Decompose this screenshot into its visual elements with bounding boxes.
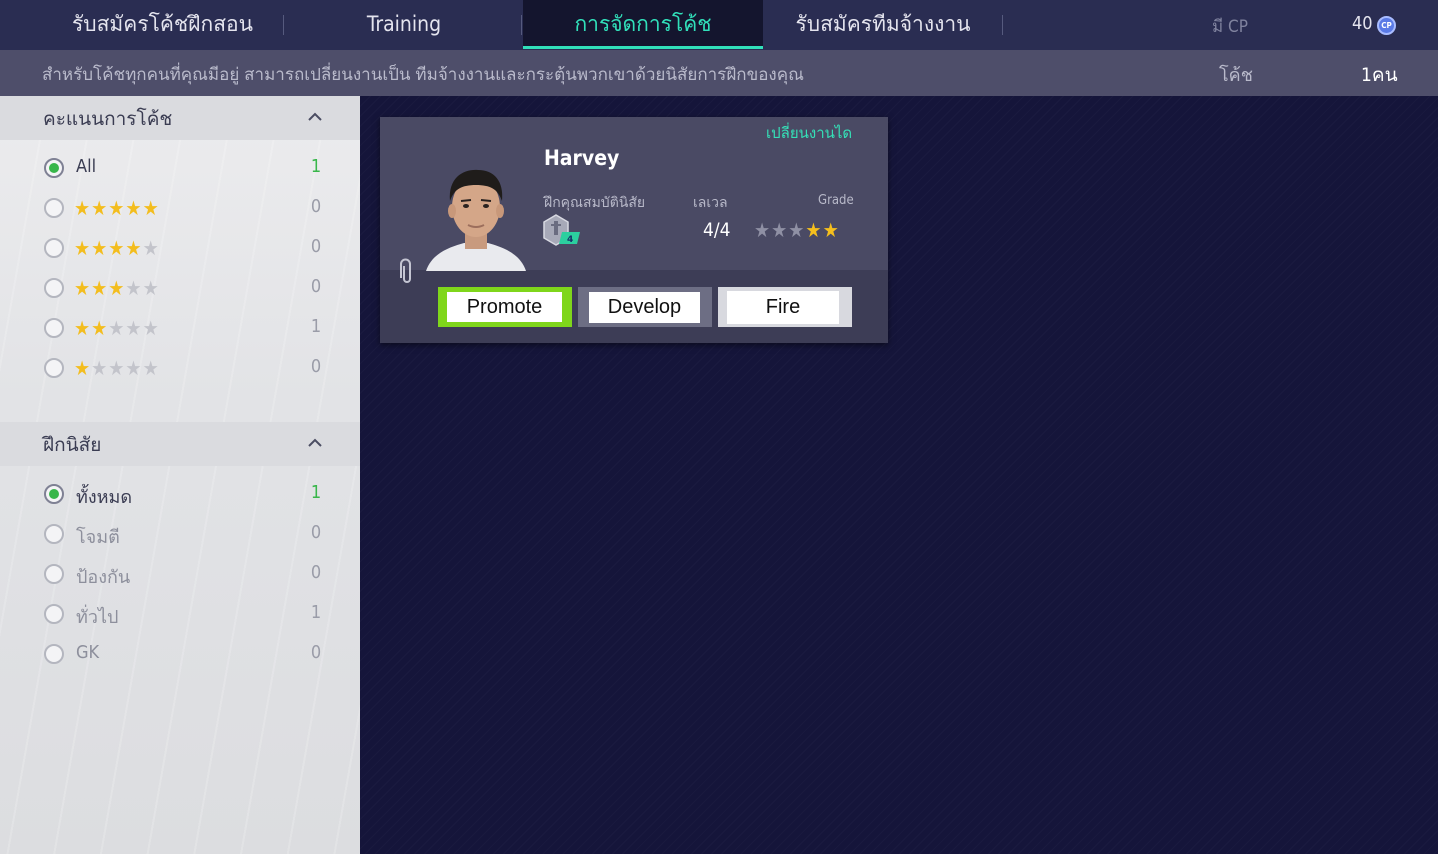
option-count: 0 bbox=[310, 356, 322, 377]
habit-option-all[interactable]: ทั้งหมด 1 bbox=[0, 474, 360, 514]
develop-button-label: Develop bbox=[589, 291, 700, 323]
filter-sidebar: คะแนนการโค้ช All 1 ★★★★★ 0 ★★★★★ 0 ★★★★★… bbox=[0, 96, 360, 854]
coach-name: Harvey bbox=[544, 146, 620, 170]
tab-divider bbox=[283, 15, 284, 35]
star-rating-icon: ★★★★★ bbox=[74, 236, 160, 260]
option-count: 0 bbox=[310, 642, 322, 663]
tab-team-recruit[interactable]: รับสมัครทีมจ้างงาน bbox=[763, 0, 1003, 48]
radio-icon bbox=[44, 278, 64, 298]
option-count: 1 bbox=[310, 156, 322, 177]
tab-training[interactable]: Training bbox=[285, 0, 523, 48]
info-description: สำหรับโค้ชทุกคนที่คุณมีอยู่ สามารถเปลี่ย… bbox=[42, 65, 804, 85]
promote-button[interactable]: Promote bbox=[438, 287, 572, 327]
radio-selected-icon bbox=[44, 158, 64, 178]
rating-section-header[interactable]: คะแนนการโค้ช bbox=[0, 96, 360, 140]
option-count: 0 bbox=[310, 522, 322, 543]
info-bar: สำหรับโค้ชทุกคนที่คุณมีอยู่ สามารถเปลี่ย… bbox=[0, 50, 1438, 96]
option-count: 0 bbox=[310, 196, 322, 217]
option-count: 0 bbox=[310, 236, 322, 257]
coach-count-value: 1คน bbox=[1361, 64, 1398, 86]
option-label: ป้องกัน bbox=[76, 567, 131, 588]
radio-icon bbox=[44, 604, 64, 624]
option-count: 0 bbox=[310, 276, 322, 297]
paperclip-icon[interactable] bbox=[400, 258, 414, 286]
rating-option-1-star[interactable]: ★★★★★ 0 bbox=[0, 348, 360, 388]
radio-selected-icon bbox=[44, 484, 64, 504]
radio-icon bbox=[44, 318, 64, 338]
habit-option-attack[interactable]: โจมตี 0 bbox=[0, 514, 360, 554]
develop-button[interactable]: Develop bbox=[578, 287, 712, 327]
trait-level-text: 4 bbox=[567, 235, 573, 245]
option-label: ทั้งหมด bbox=[76, 487, 133, 508]
cp-label: มี CP bbox=[1212, 17, 1248, 37]
promote-button-label: Promote bbox=[447, 292, 562, 322]
option-label: All bbox=[76, 156, 97, 177]
job-change-status: เปลี่ยนงานได bbox=[766, 124, 853, 142]
fire-button-label: Fire bbox=[727, 290, 839, 324]
grade-stars-icon: ★★★★★ bbox=[754, 218, 840, 242]
option-count: 0 bbox=[310, 562, 322, 583]
habit-option-defense[interactable]: ป้องกัน 0 bbox=[0, 554, 360, 594]
cp-coin-icon: CP bbox=[1377, 16, 1396, 35]
option-count: 1 bbox=[310, 482, 322, 503]
habit-option-general[interactable]: ทั่วไป 1 bbox=[0, 594, 360, 634]
option-count: 1 bbox=[310, 602, 322, 623]
star-rating-icon: ★★★★★ bbox=[74, 356, 160, 380]
rating-option-5-stars[interactable]: ★★★★★ 0 bbox=[0, 188, 360, 228]
grade-label: Grade bbox=[818, 193, 854, 208]
tab-divider bbox=[1002, 15, 1003, 35]
rating-option-2-stars[interactable]: ★★★★★ 1 bbox=[0, 308, 360, 348]
star-rating-icon: ★★★★★ bbox=[74, 196, 160, 220]
level-label: เลเวล bbox=[693, 195, 728, 211]
habit-option-gk[interactable]: GK 0 bbox=[0, 634, 360, 674]
tab-divider bbox=[521, 15, 522, 35]
coach-card[interactable]: เปลี่ยนงานได Harvey ฝึกคุณสมบัตินิสัย เล… bbox=[380, 117, 888, 343]
radio-icon bbox=[44, 198, 64, 218]
star-rating-icon: ★★★★★ bbox=[74, 276, 160, 300]
chevron-up-icon bbox=[308, 112, 322, 121]
habit-section-header[interactable]: ฝึกนิสัย bbox=[0, 422, 360, 466]
radio-icon bbox=[44, 238, 64, 258]
option-label: GK bbox=[76, 642, 100, 663]
tab-coach-management[interactable]: การจัดการโค้ช bbox=[523, 0, 763, 49]
rating-section-title: คะแนนการโค้ช bbox=[43, 108, 173, 130]
coach-count-label: โค้ช bbox=[1219, 65, 1253, 86]
radio-icon bbox=[44, 358, 64, 378]
rating-option-all[interactable]: All 1 bbox=[0, 148, 360, 188]
habit-section-title: ฝึกนิสัย bbox=[43, 434, 102, 456]
radio-icon bbox=[44, 644, 64, 664]
option-label: ทั่วไป bbox=[76, 607, 119, 628]
level-value: 4/4 bbox=[703, 219, 731, 241]
radio-icon bbox=[44, 564, 64, 584]
rating-option-3-stars[interactable]: ★★★★★ 0 bbox=[0, 268, 360, 308]
star-rating-icon: ★★★★★ bbox=[74, 316, 160, 340]
option-label: โจมตี bbox=[76, 527, 120, 548]
training-trait-icon: 4 bbox=[543, 214, 580, 246]
cp-value: 40 bbox=[1352, 13, 1373, 34]
chevron-up-icon bbox=[308, 438, 322, 447]
attribute-label: ฝึกคุณสมบัตินิสัย bbox=[544, 195, 646, 211]
rating-option-4-stars[interactable]: ★★★★★ 0 bbox=[0, 228, 360, 268]
option-count: 1 bbox=[310, 316, 322, 337]
radio-icon bbox=[44, 524, 64, 544]
coach-avatar bbox=[426, 169, 526, 271]
tab-coach-recruit[interactable]: รับสมัครโค้ชฝึกสอน bbox=[40, 0, 285, 48]
top-tab-bar: รับสมัครโค้ชฝึกสอน Training การจัดการโค้… bbox=[0, 0, 1438, 50]
fire-button[interactable]: Fire bbox=[718, 287, 852, 327]
